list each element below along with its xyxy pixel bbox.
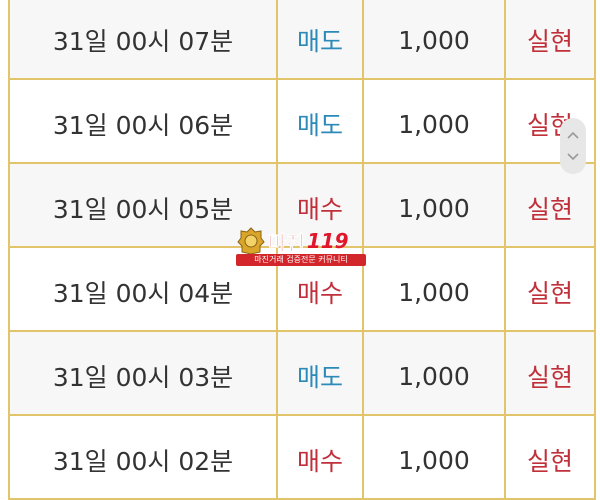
trade-type: 매도	[278, 80, 364, 162]
table-row: 31일 00시 06분 매도 1,000 실현	[10, 80, 594, 164]
trade-time: 31일 00시 05분	[10, 164, 278, 246]
trade-result: 실현	[526, 279, 573, 308]
trade-time: 31일 00시 04분	[10, 248, 278, 330]
trade-amount: 1,000	[364, 248, 506, 330]
table-row: 31일 00시 07분 매도 1,000 실현	[10, 0, 594, 80]
trade-result: 실현	[526, 363, 573, 392]
trade-type: 매도	[278, 332, 364, 414]
trade-type: 매수	[278, 164, 364, 246]
table-row: 31일 00시 03분 매도 1,000 실현	[10, 332, 594, 416]
trade-amount: 1,000	[364, 0, 506, 78]
trade-time: 31일 00시 03분	[10, 332, 278, 414]
scroll-control[interactable]	[560, 118, 586, 174]
table-row: 31일 00시 04분 매수 1,000 실현	[10, 248, 594, 332]
trade-history-table: 31일 00시 07분 매도 1,000 실현 31일 00시 06분 매도 1…	[8, 0, 596, 500]
trade-amount: 1,000	[364, 416, 506, 498]
trade-type: 매도	[278, 0, 364, 78]
trade-amount: 1,000	[364, 164, 506, 246]
chevron-down-icon[interactable]	[567, 153, 579, 161]
trade-time: 31일 00시 06분	[10, 80, 278, 162]
table-row: 31일 00시 05분 매수 1,000 실현	[10, 164, 594, 248]
chevron-up-icon[interactable]	[567, 131, 579, 139]
trade-amount: 1,000	[364, 332, 506, 414]
trade-result: 실현	[526, 27, 573, 56]
trade-time: 31일 00시 02분	[10, 416, 278, 498]
trade-type: 매수	[278, 416, 364, 498]
trade-result: 실현	[526, 195, 573, 224]
trade-result: 실현	[526, 447, 573, 476]
table-row: 31일 00시 02분 매수 1,000 실현	[10, 416, 594, 500]
trade-time: 31일 00시 07분	[10, 0, 278, 78]
trade-amount: 1,000	[364, 80, 506, 162]
trade-type: 매수	[278, 248, 364, 330]
